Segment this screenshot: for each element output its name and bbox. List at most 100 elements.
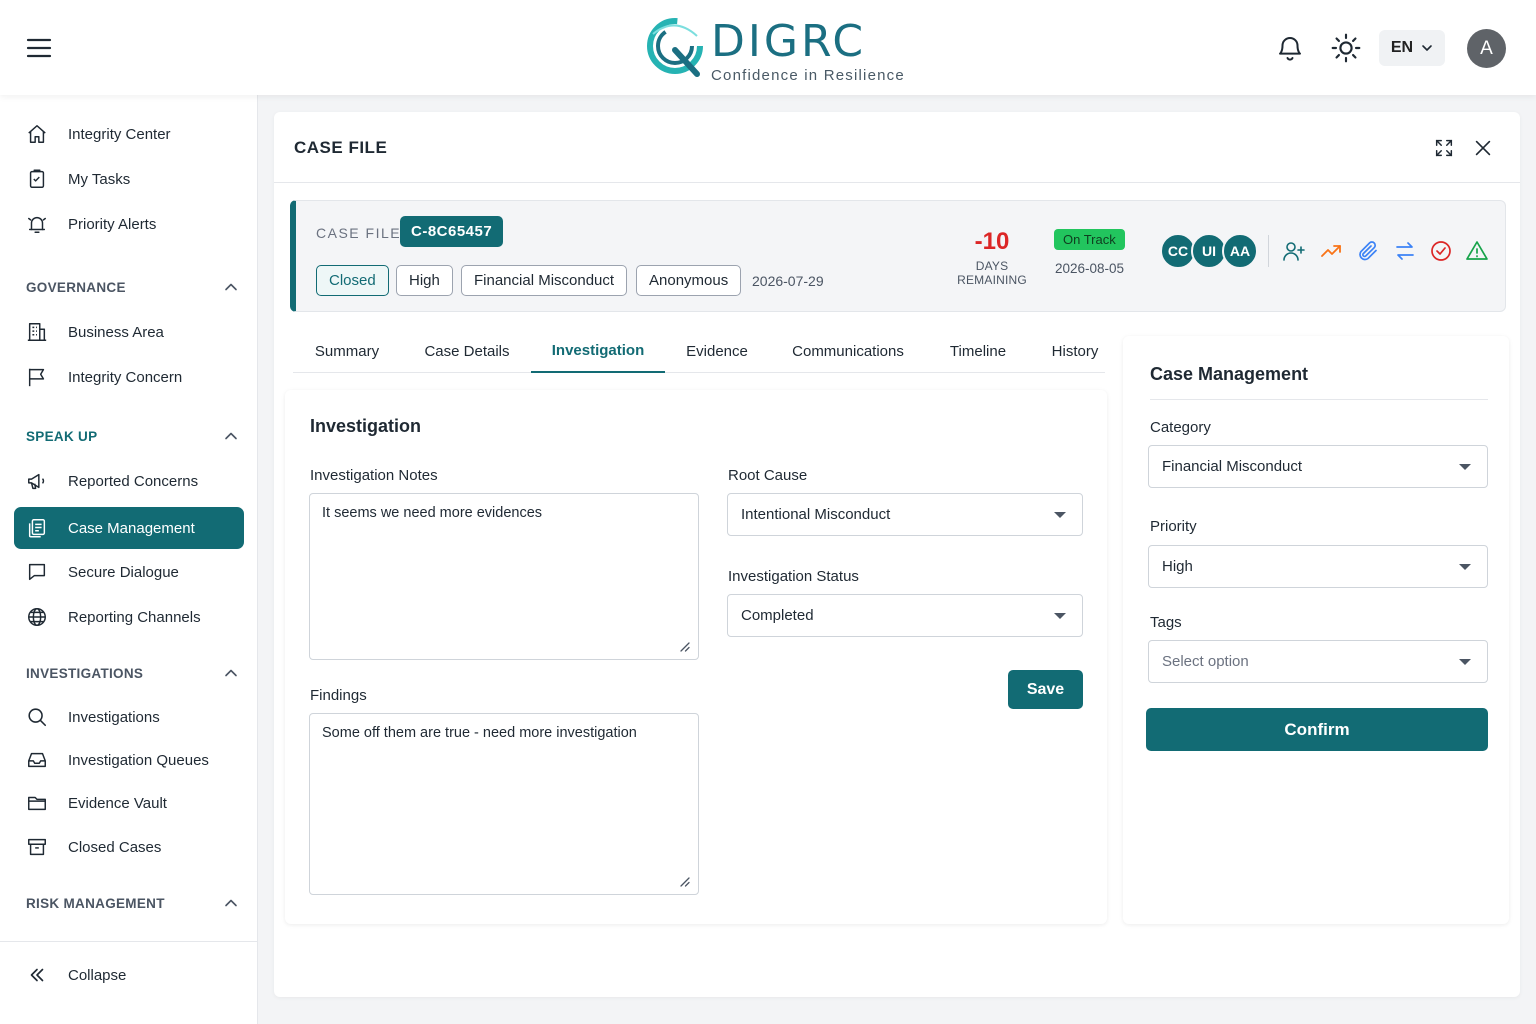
tab-communications[interactable]: Communications [771, 330, 925, 373]
section-speak-up[interactable]: SPEAK UP [26, 425, 238, 447]
sidebar-item-label: Reported Concerns [68, 472, 199, 490]
panel-title: CASE FILE [294, 138, 388, 157]
sidebar-item-closed-cases[interactable]: Closed Cases [14, 826, 244, 868]
sidebar-item-label: Reporting Channels [68, 608, 201, 626]
section-investigations[interactable]: INVESTIGATIONS [26, 662, 238, 684]
search-icon [26, 706, 48, 728]
sidebar-item-case-management[interactable]: Case Management [14, 507, 244, 549]
resize-grip-icon[interactable] [678, 640, 690, 652]
chevron-down-icon [1421, 42, 1433, 54]
brand-tagline: Confidence in Resilience [711, 67, 905, 84]
sidebar-item-business-area[interactable]: Business Area [14, 311, 244, 353]
tab-case-details[interactable]: Case Details [405, 330, 529, 373]
sidebar-item-investigations[interactable]: Investigations [14, 696, 244, 738]
tags-select[interactable]: Select option [1148, 640, 1488, 683]
language-selector[interactable]: EN [1379, 30, 1445, 66]
dropdown-caret-icon [1459, 564, 1471, 570]
chevron-up-icon [224, 896, 238, 910]
case-tabs: Summary Case Details Investigation Evide… [293, 330, 1105, 373]
sidebar-item-my-tasks[interactable]: My Tasks [14, 158, 244, 200]
collapse-label: Collapse [68, 966, 127, 984]
inbox-icon [26, 749, 48, 771]
category-value: Financial Misconduct [1162, 458, 1303, 475]
archive-icon [26, 836, 48, 858]
priority-label: Priority [1150, 518, 1197, 535]
sidebar-item-reported-concerns[interactable]: Reported Concerns [14, 460, 244, 502]
sidebar-item-priority-alerts[interactable]: Priority Alerts [14, 203, 244, 245]
tab-history[interactable]: History [1033, 330, 1117, 373]
bell-icon[interactable] [1275, 33, 1305, 63]
dropdown-caret-icon [1459, 464, 1471, 470]
sidebar-item-investigation-queues[interactable]: Investigation Queues [14, 739, 244, 781]
resize-grip-icon[interactable] [678, 875, 690, 887]
case-summary-card: CASE FILE C-8C65457 Closed High Financia… [290, 200, 1506, 312]
sidebar-item-label: Case Management [68, 519, 195, 537]
section-title: INVESTIGATIONS [26, 665, 144, 681]
created-date: 2026-07-29 [752, 273, 824, 289]
assignee-avatar[interactable]: AA [1222, 233, 1258, 269]
section-risk-management[interactable]: RISK MANAGEMENT [26, 892, 238, 914]
investigation-notes-input[interactable]: It seems we need more evidences [309, 493, 699, 660]
brand-logo[interactable]: DIGRC Confidence in Resilience [645, 14, 905, 84]
paperclip-icon[interactable] [1356, 239, 1380, 263]
case-file-panel: CASE FILE CASE FILE C-8C65457 Closed Hig… [274, 112, 1520, 997]
tab-timeline[interactable]: Timeline [931, 330, 1025, 373]
tasks-icon [26, 168, 48, 190]
root-cause-select[interactable]: Intentional Misconduct [727, 493, 1083, 536]
sidebar-item-label: Integrity Concern [68, 368, 183, 386]
sidebar-item-label: Integrity Center [68, 125, 171, 143]
category-label: Category [1150, 419, 1211, 436]
alarm-icon [26, 213, 48, 235]
actions-divider [1268, 235, 1269, 267]
sidebar-item-reporting-channels[interactable]: Reporting Channels [14, 596, 244, 638]
home-icon [26, 123, 48, 145]
findings-value: Some off them are true - need more inves… [322, 725, 637, 741]
confirm-button[interactable]: Confirm [1146, 708, 1488, 751]
days-remaining-label: DAYS REMAINING [957, 259, 1027, 287]
due-date: 2026-08-05 [1055, 261, 1125, 276]
save-button[interactable]: Save [1008, 670, 1083, 709]
dropdown-caret-icon [1054, 613, 1066, 619]
tab-evidence[interactable]: Evidence [669, 330, 765, 373]
case-file-label: CASE FILE [316, 225, 402, 241]
globe-icon [26, 606, 48, 628]
close-icon[interactable] [1472, 137, 1494, 159]
reporter-type-chip: Anonymous [636, 265, 742, 296]
investigation-status-label: Investigation Status [728, 568, 859, 585]
sidebar-item-label: Priority Alerts [68, 215, 157, 233]
language-label: EN [1390, 39, 1414, 56]
chevrons-left-icon [26, 964, 48, 986]
section-title: GOVERNANCE [26, 279, 126, 295]
user-avatar[interactable]: A [1467, 29, 1506, 68]
sidebar: Integrity Center My Tasks Priority Alert… [0, 95, 258, 1024]
investigation-status-value: Completed [741, 607, 814, 624]
days-remaining: -10 DAYS REMAINING [944, 225, 1040, 287]
section-governance[interactable]: GOVERNANCE [26, 276, 238, 298]
menu-icon[interactable] [26, 36, 52, 60]
sidebar-item-integrity-center[interactable]: Integrity Center [14, 113, 244, 155]
priority-select[interactable]: High [1148, 545, 1488, 588]
tab-summary[interactable]: Summary [293, 330, 401, 373]
expand-icon[interactable] [1433, 137, 1455, 159]
sidebar-divider [0, 941, 257, 942]
trend-up-icon[interactable] [1319, 239, 1343, 263]
sidebar-item-secure-dialogue[interactable]: Secure Dialogue [14, 551, 244, 593]
check-circle-icon[interactable] [1429, 239, 1453, 263]
sidebar-item-label: My Tasks [68, 170, 131, 188]
sidebar-item-integrity-concern[interactable]: Integrity Concern [14, 356, 244, 398]
brand-name: DIGRC [711, 16, 867, 67]
warning-icon[interactable] [1465, 239, 1489, 263]
category-select[interactable]: Financial Misconduct [1148, 445, 1488, 488]
transfer-icon[interactable] [1393, 239, 1417, 263]
collapse-sidebar-button[interactable]: Collapse [14, 954, 244, 996]
findings-input[interactable]: Some off them are true - need more inves… [309, 713, 699, 895]
tab-investigation[interactable]: Investigation [531, 330, 665, 373]
sidebar-item-label: Investigation Queues [68, 751, 209, 769]
theme-sun-icon[interactable] [1330, 32, 1362, 64]
priority-chip: High [396, 265, 453, 296]
sidebar-item-evidence-vault[interactable]: Evidence Vault [14, 782, 244, 824]
investigation-status-select[interactable]: Completed [727, 594, 1083, 637]
add-user-icon[interactable] [1282, 239, 1306, 263]
tags-placeholder: Select option [1162, 653, 1249, 670]
dropdown-caret-icon [1054, 512, 1066, 518]
